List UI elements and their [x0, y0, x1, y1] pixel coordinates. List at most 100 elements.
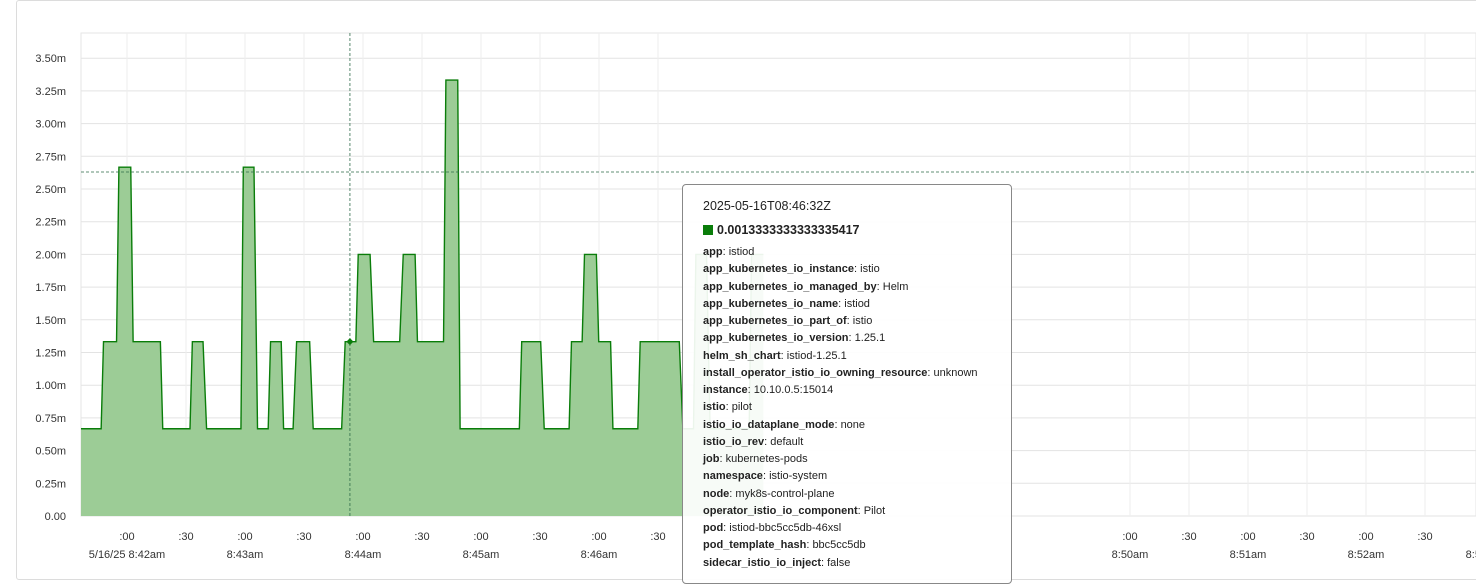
x-tick-minor-label: :00	[1240, 531, 1255, 543]
tooltip-label-key: app	[703, 246, 723, 258]
x-tick-major-label: 8:43am	[227, 549, 264, 561]
tooltip-label-key: app_kubernetes_io_instance	[703, 263, 855, 276]
x-tick-minor-label: :30	[532, 531, 547, 543]
tooltip-label-value: myk8s-control-plane	[735, 487, 835, 500]
tooltip-label-key: job	[703, 453, 720, 465]
y-tick-label: 0.00	[45, 511, 66, 523]
tooltip-label-value: Helm	[882, 280, 909, 293]
tooltip-label-value: istiod	[844, 297, 870, 310]
tooltip-label-key: node	[703, 487, 730, 500]
tooltip-label-value: istiod-bbc5cc5db-46xsl	[729, 522, 842, 534]
tooltip-label-key: istio_io_rev	[703, 435, 765, 448]
tooltip-label-value: unknown	[933, 366, 978, 379]
tooltip-label-value: istio	[860, 263, 880, 276]
x-tick-minor-label: :00	[473, 531, 488, 543]
tooltip-label-key: pod_template_hash	[703, 539, 807, 552]
tooltip-label-row: app_kubernetes_io_part_of: istio	[703, 313, 991, 330]
tooltip-label-row: node: myk8s-control-plane	[703, 486, 991, 503]
tooltip-label-key: app_kubernetes_io_name	[703, 297, 839, 310]
tooltip-label-row: pod_template_hash: bbc5cc5db	[703, 537, 991, 554]
tooltip-value-row: 0.0013333333333335417	[703, 223, 991, 237]
tooltip-label-value: istio-system	[769, 470, 828, 483]
tooltip-label-row: app_kubernetes_io_managed_by: Helm	[703, 279, 991, 296]
y-tick-label: 2.25m	[35, 217, 66, 229]
tooltip-label-value: 1.25.1	[854, 332, 886, 345]
y-tick-label: 1.75m	[35, 282, 66, 294]
y-tick-label: 0.25m	[35, 478, 66, 490]
tooltip-label-key: app_kubernetes_io_part_of	[703, 315, 847, 327]
x-tick-major-label: 8:50am	[1112, 549, 1149, 561]
y-tick-label: 3.00m	[35, 119, 66, 131]
x-tick-minor-label: :30	[296, 531, 311, 543]
tooltip-label-list: app: istiod app_kubernetes_io_instance: i…	[703, 244, 991, 572]
x-tick-minor-label: :30	[178, 531, 193, 543]
x-tick-minor-label: :30	[1417, 531, 1432, 543]
tooltip-label-key: install_operator_istio_io_owning_resourc…	[703, 366, 928, 379]
tooltip-label-key: app_kubernetes_io_version	[703, 332, 849, 345]
tooltip-label-value: none	[840, 418, 866, 431]
x-tick-minor-label: :00	[237, 531, 252, 543]
tooltip-label-row: helm_sh_chart: istiod-1.25.1	[703, 348, 991, 365]
tooltip-label-key: app_kubernetes_io_managed_by	[703, 280, 877, 293]
tooltip-label-value: istiod	[728, 246, 755, 258]
tooltip-label-value: kubernetes-pods	[725, 453, 808, 465]
x-tick-major-label: 8:45am	[463, 549, 500, 561]
tooltip-label-row: app_kubernetes_io_version: 1.25.1	[703, 330, 991, 347]
tooltip-label-row: istio_io_dataplane_mode: none	[703, 417, 991, 434]
tooltip-label-key: namespace	[703, 470, 763, 483]
tooltip-label-key: istio	[703, 401, 726, 414]
x-tick-minor-label: :00	[355, 531, 370, 543]
x-tick-minor-label: :30	[1181, 531, 1196, 543]
tooltip-label-value: istio	[852, 315, 873, 327]
x-tick-major-label: 8:51am	[1230, 549, 1267, 561]
tooltip-label-value: false	[827, 556, 851, 569]
tooltip-label-row: instance: 10.10.0.5:15014	[703, 382, 991, 399]
tooltip-label-key: istio_io_dataplane_mode	[703, 418, 835, 431]
tooltip-label-row: operator_istio_io_component: Pilot	[703, 503, 991, 520]
x-tick-minor-label: :30	[414, 531, 429, 543]
tooltip-label-key: operator_istio_io_component	[703, 504, 858, 517]
x-tick-minor-label: :00	[1122, 531, 1137, 543]
y-tick-label: 2.75m	[35, 151, 66, 163]
tooltip-label-value: istiod-1.25.1	[786, 349, 847, 362]
x-tick-minor-label: :00	[1358, 531, 1373, 543]
series-color-swatch	[703, 225, 713, 235]
tooltip-label-row: istio: pilot	[703, 399, 991, 416]
tooltip-label-key: sidecar_istio_io_inject	[703, 556, 821, 569]
y-tick-label: 1.25m	[35, 348, 66, 360]
y-tick-label: 0.75m	[35, 413, 66, 425]
tooltip-label-value: pilot	[731, 401, 752, 414]
tooltip-label-value: default	[770, 435, 804, 448]
x-tick-major-label: 8:46am	[581, 549, 618, 561]
tooltip-label-row: install_operator_istio_io_owning_resourc…	[703, 365, 991, 382]
x-tick-major-label: 5/16/25 8:42am	[89, 549, 165, 561]
tooltip-label-key: helm_sh_chart	[703, 349, 781, 362]
y-tick-label: 2.00m	[35, 249, 66, 261]
tooltip-label-value: Pilot	[863, 504, 886, 517]
tooltip-label-row: app_kubernetes_io_name: istiod	[703, 296, 991, 313]
y-tick-label: 0.50m	[35, 446, 66, 458]
tooltip-label-row: pod: istiod-bbc5cc5db-46xsl	[703, 520, 991, 537]
y-tick-label: 2.50m	[35, 184, 66, 196]
y-tick-label: 3.25m	[35, 86, 66, 98]
tooltip-label-row: istio_io_rev: default	[703, 434, 991, 451]
y-tick-label: 3.50m	[35, 53, 66, 65]
x-tick-minor-label: :30	[1299, 531, 1314, 543]
hover-tooltip: 2025-05-16T08:46:32Z 0.00133333333333354…	[682, 184, 1012, 584]
tooltip-label-key: pod	[703, 522, 724, 534]
tooltip-label-row: app_kubernetes_io_instance: istio	[703, 261, 991, 278]
x-tick-minor-label: :30	[650, 531, 665, 543]
y-tick-label: 1.50m	[35, 315, 66, 327]
x-tick-minor-label: :00	[591, 531, 606, 543]
tooltip-label-value: 10.10.0.5:15014	[753, 384, 834, 396]
tooltip-value: 0.0013333333333335417	[717, 223, 860, 237]
tooltip-label-row: namespace: istio-system	[703, 468, 991, 485]
tooltip-label-row: job: kubernetes-pods	[703, 451, 991, 468]
tooltip-label-row: sidecar_istio_io_inject: false	[703, 555, 991, 572]
y-tick-label: 1.00m	[35, 380, 66, 392]
x-tick-major-label: 8:44am	[345, 549, 382, 561]
tooltip-label-key: instance	[703, 384, 748, 396]
x-tick-major-label: 8:53am	[1466, 549, 1476, 561]
x-tick-major-label: 8:52am	[1348, 549, 1385, 561]
tooltip-timestamp: 2025-05-16T08:46:32Z	[703, 199, 831, 213]
